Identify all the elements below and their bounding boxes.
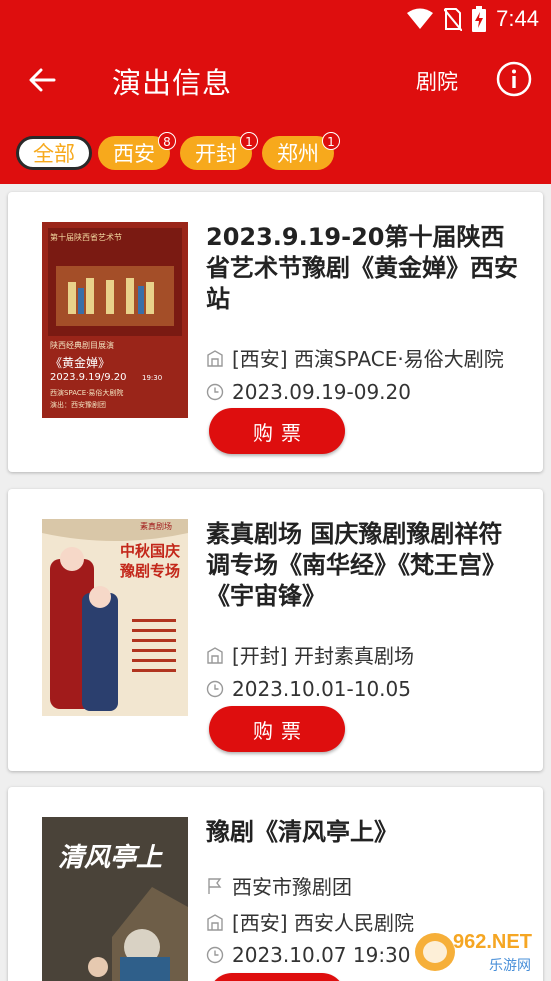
- poster-artwork: [42, 817, 188, 981]
- clock-icon: [206, 383, 224, 401]
- event-title[interactable]: 素真剧场 国庆豫剧豫剧祥符调专场《南华经》《梵王宫》《宇宙锋》: [206, 519, 526, 612]
- building-icon: [207, 646, 223, 664]
- poster-troupe: 演出：西安豫剧团: [50, 401, 106, 409]
- event-title[interactable]: 2023.9.19-20第十届陕西省艺术节豫剧《黄金婵》西安站: [206, 222, 526, 315]
- building-icon: [207, 349, 223, 367]
- buy-ticket-button[interactable]: 购票: [209, 973, 345, 981]
- count-badge: 1: [322, 132, 340, 150]
- no-sim-icon: [444, 8, 463, 31]
- date-text: 2023.10.01-10.05: [232, 677, 411, 701]
- date-text: 2023.09.19-09.20: [232, 380, 411, 404]
- status-bar: 7:44: [0, 0, 551, 38]
- back-button[interactable]: [22, 60, 62, 100]
- venue-text: [西安] 西安人民剧院: [232, 911, 414, 935]
- event-poster[interactable]: 第十届陕西省艺术节 陕西经典剧目展演 《黄金婵》 2023.9.19/9.20 …: [42, 222, 188, 418]
- venue-text: [开封] 开封素真剧场: [232, 644, 414, 668]
- count-badge: 1: [240, 132, 258, 150]
- filter-chip-label: 郑州: [277, 142, 319, 166]
- poster-place: 西演SPACE·易俗大剧院: [50, 389, 124, 397]
- event-title[interactable]: 豫剧《清风亭上》: [206, 817, 526, 848]
- city-filter-bar: 全部 西安 8 开封 1 郑州 1: [0, 122, 551, 184]
- info-icon[interactable]: [496, 61, 532, 97]
- wifi-icon: [407, 8, 434, 29]
- app-bar: 演出信息 剧院: [0, 38, 551, 122]
- poster-header: 素真剧场: [140, 522, 172, 531]
- filter-chip-kaifeng[interactable]: 开封 1: [180, 132, 258, 170]
- filter-chip-label: 西安: [113, 142, 155, 166]
- clock-icon: [206, 946, 224, 964]
- status-time: 7:44: [496, 6, 539, 31]
- theater-link[interactable]: 剧院: [416, 66, 458, 96]
- page-title: 演出信息: [112, 66, 233, 100]
- venue-row: [西安] 西安人民剧院: [206, 907, 414, 936]
- battery-charging-icon: [472, 6, 487, 32]
- filter-chip-label: 开封: [195, 142, 237, 166]
- flag-icon: [208, 877, 222, 894]
- status-icons: 7:44: [406, 6, 539, 32]
- filter-chip-label: 全部: [33, 142, 75, 166]
- count-badge: 8: [158, 132, 176, 150]
- site-watermark: 962.NET 乐游网: [413, 929, 545, 975]
- building-icon: [207, 913, 223, 931]
- filter-chip-zhengzhou[interactable]: 郑州 1: [262, 132, 340, 170]
- watermark-brand: 962.NET: [453, 931, 532, 953]
- poster-headline: 清风亭上: [58, 843, 163, 873]
- venue-row: [开封] 开封素真剧场: [206, 640, 414, 669]
- poster-play: 《黄金婵》: [50, 356, 111, 370]
- filter-chip-all[interactable]: 全部: [16, 136, 92, 170]
- watermark-sub: 乐游网: [489, 958, 531, 974]
- date-text: 2023.10.07 19:30: [232, 943, 411, 967]
- event-poster[interactable]: 素真剧场 中秋国庆豫剧专场: [42, 519, 188, 716]
- venue-text: [西安] 西演SPACE·易俗大剧院: [232, 347, 504, 371]
- organizer-text: 西安市豫剧团: [232, 875, 352, 899]
- date-row: 2023.10.01-10.05: [206, 677, 411, 701]
- venue-row: [西安] 西演SPACE·易俗大剧院: [206, 343, 504, 372]
- date-row: 2023.10.07 19:30: [206, 943, 411, 967]
- buy-ticket-button[interactable]: 购票: [209, 706, 345, 752]
- poster-subtitle: 陕西经典剧目展演: [50, 341, 114, 350]
- poster-headline: 中秋国庆豫剧专场: [120, 542, 181, 580]
- filter-chip-xian[interactable]: 西安 8: [98, 132, 176, 170]
- date-row: 2023.09.19-09.20: [206, 380, 411, 404]
- organizer-row: 西安市豫剧团: [206, 871, 352, 900]
- poster-header: 第十届陕西省艺术节: [50, 233, 122, 242]
- arrow-left-icon: [29, 68, 56, 92]
- clock-icon: [206, 680, 224, 698]
- poster-date: 2023.9.19/9.20: [50, 372, 127, 383]
- event-card[interactable]: 素真剧场 中秋国庆豫剧专场 素真剧场 国庆豫剧豫剧祥符调专场《南华经》《梵王宫》…: [8, 489, 543, 771]
- buy-ticket-button[interactable]: 购票: [209, 408, 345, 454]
- event-poster[interactable]: 清风亭上: [42, 817, 188, 981]
- poster-time: 19:30: [142, 374, 163, 382]
- event-card[interactable]: 第十届陕西省艺术节 陕西经典剧目展演 《黄金婵》 2023.9.19/9.20 …: [8, 192, 543, 472]
